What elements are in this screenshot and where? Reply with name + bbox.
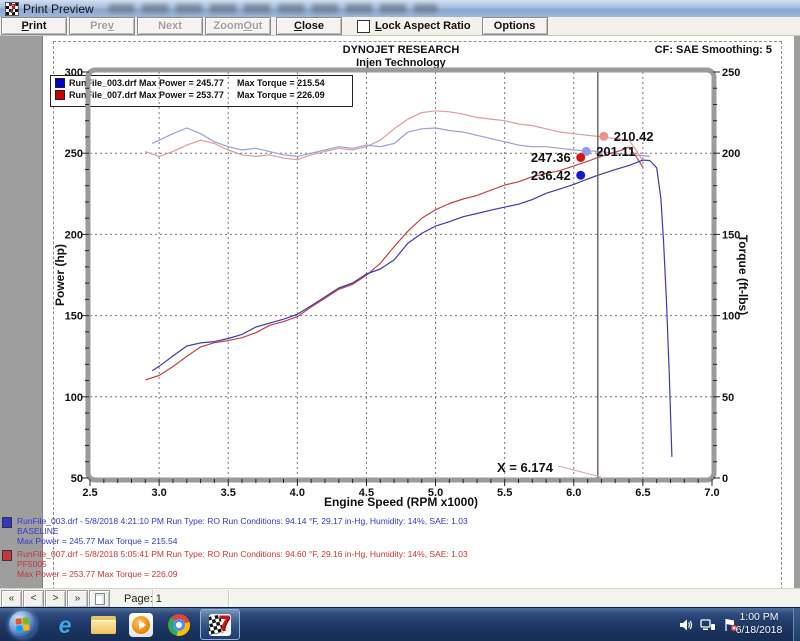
- checkbox-box[interactable]: [357, 20, 370, 33]
- page-indicator: Page: 1: [124, 593, 162, 605]
- window-titlebar: 7 Print Preview: [0, 0, 800, 18]
- show-desktop-button[interactable]: [793, 608, 800, 641]
- print-preview-toolbar: PrintPrevNextZoom Out Close Lock Aspect Ra…: [0, 17, 800, 36]
- legend-row: RunFile_003.drf Max Power = 245.77Max To…: [51, 77, 352, 89]
- clock-date: 6/18/2018: [728, 624, 790, 637]
- last-page-button[interactable]: »: [67, 590, 88, 608]
- prev-page-button[interactable]: <: [23, 590, 44, 608]
- first-page-button[interactable]: «: [1, 590, 22, 608]
- taskbar-clock[interactable]: 1:00 PM 6/18/2018: [728, 611, 790, 637]
- lock-aspect-ratio-checkbox[interactable]: Lock Aspect Ratio: [357, 20, 471, 33]
- zoom-out-button: Zoom Out: [205, 17, 271, 35]
- run-color-swatch: [2, 517, 12, 528]
- taskbar-item-chrome[interactable]: [160, 610, 198, 639]
- statusbar-divider: [228, 590, 229, 607]
- run-info-block: RunFile_003.drf - 5/8/2018 4:21:10 PM Ru…: [2, 516, 468, 546]
- start-button[interactable]: [9, 611, 36, 638]
- run-color-swatch: [2, 550, 12, 561]
- legend-swatch: [55, 90, 65, 100]
- taskbar: e 7: [0, 607, 800, 641]
- checkbox-label: Lock Aspect Ratio: [375, 20, 471, 32]
- network-icon[interactable]: [700, 618, 716, 632]
- chart-legend: RunFile_003.drf Max Power = 245.77Max To…: [50, 75, 353, 107]
- chart-title: DYNOJET RESEARCH: [90, 44, 712, 56]
- page-setup-button[interactable]: [89, 590, 110, 608]
- statusbar-divider: [152, 590, 153, 607]
- window-title-redacted: [108, 4, 438, 13]
- media-player-icon: [129, 613, 153, 637]
- correction-smoothing-note: CF: SAE Smoothing: 5: [655, 44, 772, 56]
- legend-row: RunFile_007.drf Max Power = 253.77Max To…: [51, 89, 352, 101]
- taskbar-item-winpep-active[interactable]: 7: [200, 609, 240, 640]
- chart-subtitle: Injen Technology: [90, 57, 712, 69]
- window-title: Print Preview: [23, 2, 94, 16]
- internet-explorer-icon: e: [59, 615, 72, 635]
- volume-icon[interactable]: [679, 618, 693, 632]
- close-button[interactable]: Close: [276, 17, 342, 35]
- folder-icon: [91, 616, 116, 634]
- chrome-icon: [168, 614, 190, 636]
- clock-time: 1:00 PM: [728, 611, 790, 624]
- options-button[interactable]: Options: [482, 17, 548, 35]
- preview-background: DYNOJET RESEARCH Injen Technology CF: SA…: [0, 35, 800, 588]
- run-info-block: RunFile_007.drf - 5/8/2018 5:05:41 PM Ru…: [2, 549, 468, 579]
- windows-logo-icon: [15, 617, 29, 631]
- taskbar-item-media-player[interactable]: [122, 610, 160, 639]
- winpep-icon: 7: [209, 614, 231, 636]
- statusbar: «<>» Page: 1: [0, 588, 800, 608]
- taskbar-item-file-explorer[interactable]: [84, 610, 122, 639]
- prev-button: Prev: [69, 17, 135, 35]
- legend-swatch: [55, 78, 65, 88]
- next-page-button[interactable]: >: [45, 590, 66, 608]
- taskbar-item-internet-explorer[interactable]: e: [46, 610, 84, 639]
- print-button[interactable]: Print: [1, 17, 67, 35]
- next-button: Next: [137, 17, 203, 35]
- app-icon: 7: [5, 2, 19, 16]
